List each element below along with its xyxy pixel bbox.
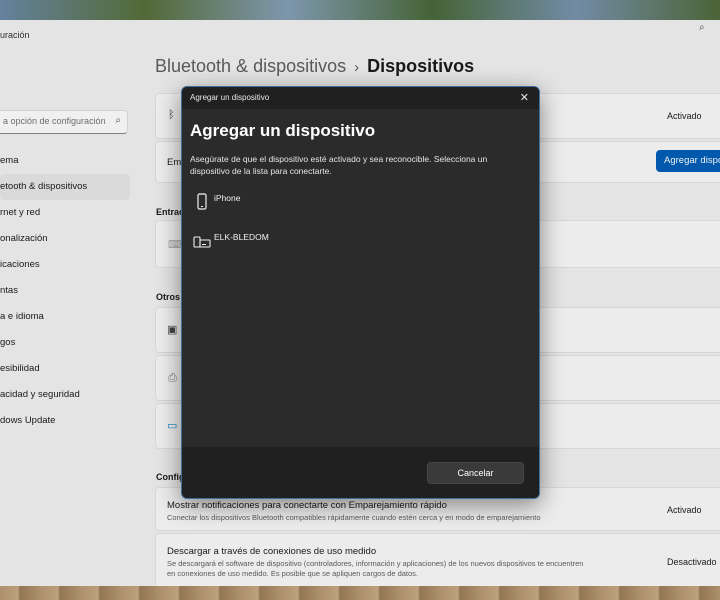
device-item-iphone[interactable]: iPhone <box>190 188 528 218</box>
add-device-dialog: Agregar un dispositivo ✕ Agregar un disp… <box>181 86 540 499</box>
generic-device-icon <box>192 231 212 251</box>
device-name: ELK-BLEDOM <box>214 232 269 242</box>
phone-icon <box>192 192 212 212</box>
close-icon[interactable]: ✕ <box>520 91 529 104</box>
device-name: iPhone <box>214 193 241 203</box>
dialog-heading: Agregar un dispositivo <box>190 121 376 140</box>
dialog-titlebar: Agregar un dispositivo ✕ <box>182 87 539 109</box>
cancel-button[interactable]: Cancelar <box>427 462 524 484</box>
device-item-elk-bledom[interactable]: ELK-BLEDOM <box>190 227 528 257</box>
dialog-description: Asegúrate de que el dispositivo esté act… <box>190 154 488 176</box>
dialog-footer: Cancelar <box>182 447 539 498</box>
dialog-window-title: Agregar un dispositivo <box>190 93 270 102</box>
